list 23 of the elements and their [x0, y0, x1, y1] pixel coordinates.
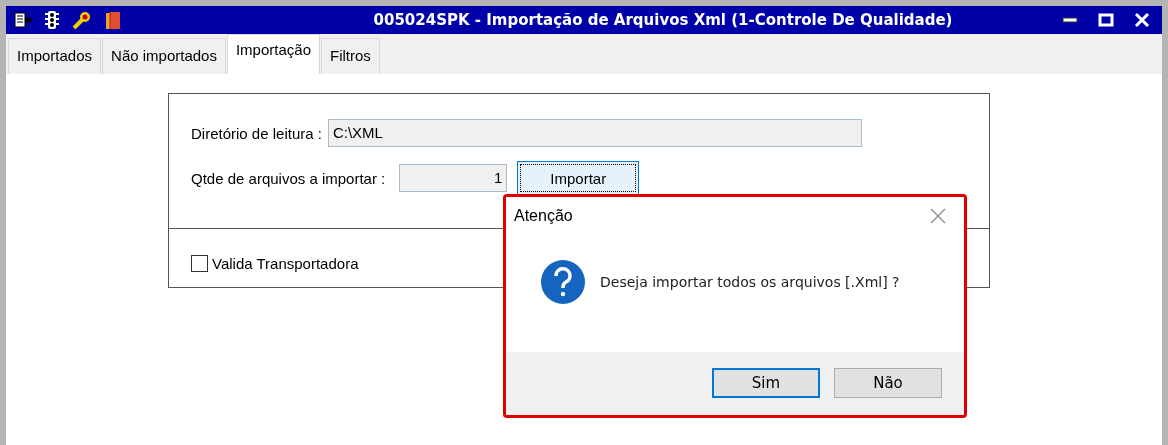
- directory-field[interactable]: C:\XML: [327, 119, 862, 147]
- import-button[interactable]: Importar: [517, 161, 640, 195]
- field-label: Diretório de leitura :: [191, 124, 322, 142]
- dialog-button[interactable]: Sim: [712, 368, 820, 398]
- dialog-message: Deseja importar todos os arquivos [.Xml] ?: [600, 274, 900, 290]
- tab[interactable]: Importados: [8, 38, 102, 74]
- minimize-icon[interactable]: [1062, 16, 1078, 24]
- dialog-button[interactable]: Não: [834, 368, 942, 398]
- document-arrow-icon[interactable]: [14, 12, 32, 28]
- field-label: Qtde de arquivos a importar :: [191, 169, 386, 187]
- window-title: 005024SPK - Importação de Arquivos Xml (1-Controle De Qualidade): [372, 11, 954, 29]
- checkbox[interactable]: [191, 255, 208, 272]
- tab[interactable]: Filtros: [321, 38, 380, 74]
- question-icon: [540, 259, 586, 305]
- books-icon[interactable]: [104, 10, 122, 30]
- wrench-icon[interactable]: [72, 10, 92, 30]
- checkbox-label: Valida Transportadora: [212, 255, 359, 272]
- tab[interactable]: Não importados: [102, 38, 226, 74]
- tab[interactable]: Importação: [226, 34, 320, 74]
- dialog-title: Atenção: [514, 207, 573, 225]
- maximize-icon[interactable]: [1098, 13, 1114, 27]
- traffic-light-icon[interactable]: [44, 10, 60, 30]
- count-field[interactable]: 1: [399, 164, 508, 192]
